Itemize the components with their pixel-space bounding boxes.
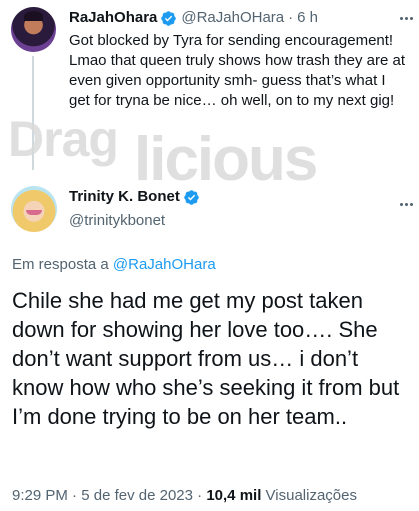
parent-tweet-time[interactable]: 6 h xyxy=(297,8,318,28)
tweet-meta: 9:29 PM · 5 de fev de 2023 · 10,4 mil Vi… xyxy=(12,486,357,506)
main-author-name[interactable]: Trinity K. Bonet xyxy=(69,187,180,207)
parent-header: RaJahOhara @RaJahOHara · 6 h xyxy=(69,8,318,28)
reply-context: Em resposta a @RaJahOHara xyxy=(12,255,216,275)
verified-badge-icon xyxy=(161,10,177,26)
parent-author-handle[interactable]: @RaJahOHara xyxy=(181,8,284,28)
separator-dot: · xyxy=(72,487,78,504)
main-tweet-text: Chile she had me get my post taken down … xyxy=(12,288,400,429)
views-count[interactable]: 10,4 mil xyxy=(206,487,261,504)
main-author-handle[interactable]: @trinitykbonet xyxy=(69,211,165,231)
parent-author-name[interactable]: RaJahOhara xyxy=(69,8,157,28)
reply-handle-link[interactable]: @RaJahOHara xyxy=(113,256,216,273)
parent-tweet-text: Got blocked by Tyra for sending encourag… xyxy=(69,32,406,109)
more-options-icon[interactable] xyxy=(397,9,415,27)
main-avatar[interactable] xyxy=(11,186,57,232)
tweet-date[interactable]: 5 de fev de 2023 xyxy=(81,487,193,504)
views-label[interactable]: Visualizações xyxy=(266,487,357,504)
reply-prefix: Em resposta a xyxy=(12,256,109,273)
verified-badge-icon xyxy=(184,189,199,205)
separator-dot: · xyxy=(197,487,203,504)
main-header: Trinity K. Bonet xyxy=(69,187,200,207)
tweet-time[interactable]: 9:29 PM xyxy=(12,487,68,504)
parent-avatar[interactable] xyxy=(11,7,56,52)
thread-line xyxy=(32,56,34,170)
parent-tweet[interactable]: RaJahOhara @RaJahOHara · 6 h Got blocked… xyxy=(0,0,419,170)
more-options-icon[interactable] xyxy=(397,195,415,213)
separator-dot: · xyxy=(288,9,294,26)
